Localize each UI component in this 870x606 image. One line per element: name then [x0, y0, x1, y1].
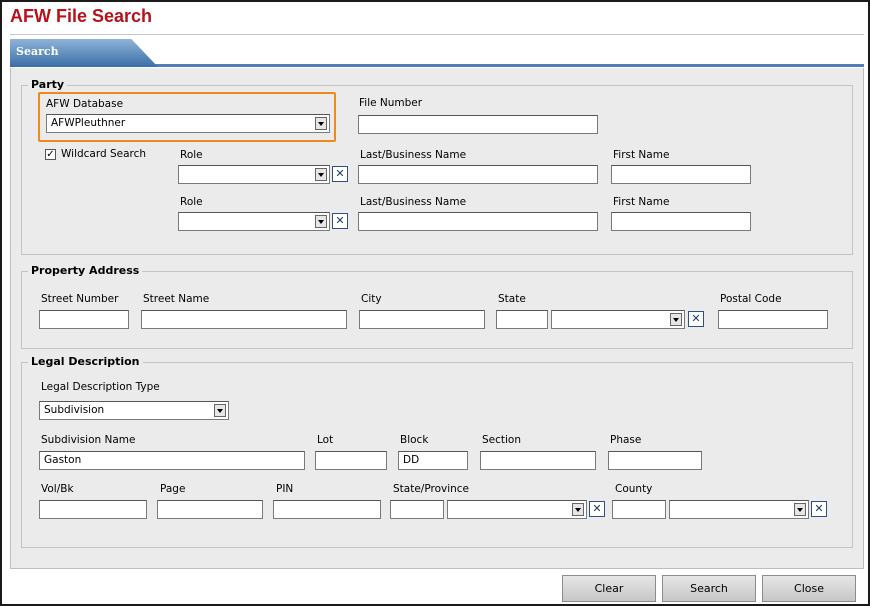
clear-state-province-icon[interactable]: ✕ — [589, 501, 605, 517]
last-business-name-input[interactable] — [358, 165, 598, 184]
last-business-name-input[interactable] — [358, 212, 598, 231]
file-number-label: File Number — [359, 97, 423, 109]
phase-label: Phase — [610, 434, 642, 446]
chevron-down-icon[interactable] — [315, 215, 327, 228]
clear-role-icon[interactable]: ✕ — [332, 213, 348, 229]
close-button[interactable]: Close — [762, 575, 856, 602]
city-input[interactable] — [359, 310, 485, 329]
postal-code-label: Postal Code — [720, 293, 782, 305]
wildcard-search-label: Wildcard Search — [61, 148, 147, 160]
party-group: Party AFW Database AFWPleuthner File Num… — [21, 78, 853, 255]
first-name-label: First Name — [613, 149, 670, 161]
pin-input[interactable] — [273, 500, 381, 519]
block-label: Block — [400, 434, 429, 446]
tab-search[interactable]: Search — [10, 39, 158, 67]
block-input[interactable]: DD — [398, 451, 468, 470]
file-number-input[interactable] — [358, 115, 598, 134]
chevron-down-icon[interactable] — [214, 404, 226, 417]
section-input[interactable] — [480, 451, 596, 470]
legal-description-type-value: Subdivision — [44, 404, 105, 416]
footer-divider — [10, 568, 864, 569]
street-number-input[interactable] — [39, 310, 129, 329]
subdivision-name-input[interactable]: Gaston — [39, 451, 305, 470]
legal-description-group: Legal Description Legal Description Type… — [21, 355, 853, 548]
state-code-input[interactable] — [496, 310, 548, 329]
county-label: County — [615, 483, 653, 495]
street-name-input[interactable] — [141, 310, 347, 329]
vol-bk-label: Vol/Bk — [41, 483, 74, 495]
clear-button[interactable]: Clear — [562, 575, 656, 602]
section-label: Section — [482, 434, 522, 446]
state-province-select[interactable] — [447, 500, 587, 519]
property-address-legend: Property Address — [28, 264, 143, 277]
property-address-group: Property Address Street Number Street Na… — [21, 264, 853, 349]
chevron-down-icon[interactable] — [315, 168, 327, 181]
last-business-name-label: Last/Business Name — [360, 196, 467, 208]
first-name-input[interactable] — [611, 165, 751, 184]
subdivision-name-label: Subdivision Name — [41, 434, 136, 446]
phase-input[interactable] — [608, 451, 702, 470]
first-name-label: First Name — [613, 196, 670, 208]
pin-label: PIN — [276, 483, 294, 495]
state-province-code-input[interactable] — [390, 500, 444, 519]
lot-label: Lot — [317, 434, 334, 446]
state-label: State — [498, 293, 526, 305]
first-name-input[interactable] — [611, 212, 751, 231]
legal-description-legend: Legal Description — [28, 355, 143, 368]
street-number-label: Street Number — [41, 293, 119, 305]
page-label: Page — [160, 483, 186, 495]
legal-description-type-select[interactable]: Subdivision — [39, 401, 229, 420]
street-name-label: Street Name — [143, 293, 210, 305]
title-divider — [10, 34, 864, 35]
party-legend: Party — [28, 78, 68, 91]
role-label: Role — [180, 149, 203, 161]
role-select[interactable] — [178, 212, 330, 231]
clear-role-icon[interactable]: ✕ — [332, 166, 348, 182]
afw-database-label: AFW Database — [46, 98, 124, 110]
legal-description-type-label: Legal Description Type — [41, 381, 160, 393]
page-input[interactable] — [157, 500, 263, 519]
state-select[interactable] — [551, 310, 685, 329]
last-business-name-label: Last/Business Name — [360, 149, 467, 161]
role-label: Role — [180, 196, 203, 208]
chevron-down-icon[interactable] — [572, 503, 584, 516]
state-province-label: State/Province — [393, 483, 470, 495]
wildcard-search-checkbox[interactable]: ✓ — [45, 149, 56, 160]
chevron-down-icon[interactable] — [315, 117, 327, 130]
county-select[interactable] — [669, 500, 809, 519]
role-select[interactable] — [178, 165, 330, 184]
chevron-down-icon[interactable] — [670, 313, 682, 326]
vol-bk-input[interactable] — [39, 500, 147, 519]
afw-database-select[interactable]: AFWPleuthner — [46, 114, 330, 133]
afw-database-value: AFWPleuthner — [51, 117, 126, 129]
lot-input[interactable] — [315, 451, 387, 470]
search-panel: Party AFW Database AFWPleuthner File Num… — [10, 68, 864, 568]
city-label: City — [361, 293, 382, 305]
clear-state-icon[interactable]: ✕ — [688, 311, 704, 327]
chevron-down-icon[interactable] — [794, 503, 806, 516]
page-title: AFW File Search — [10, 6, 153, 26]
search-dialog: AFW File Search Search Party AFW Databas… — [0, 0, 870, 606]
clear-county-icon[interactable]: ✕ — [811, 501, 827, 517]
postal-code-input[interactable] — [718, 310, 828, 329]
search-button[interactable]: Search — [662, 575, 756, 602]
county-code-input[interactable] — [612, 500, 666, 519]
